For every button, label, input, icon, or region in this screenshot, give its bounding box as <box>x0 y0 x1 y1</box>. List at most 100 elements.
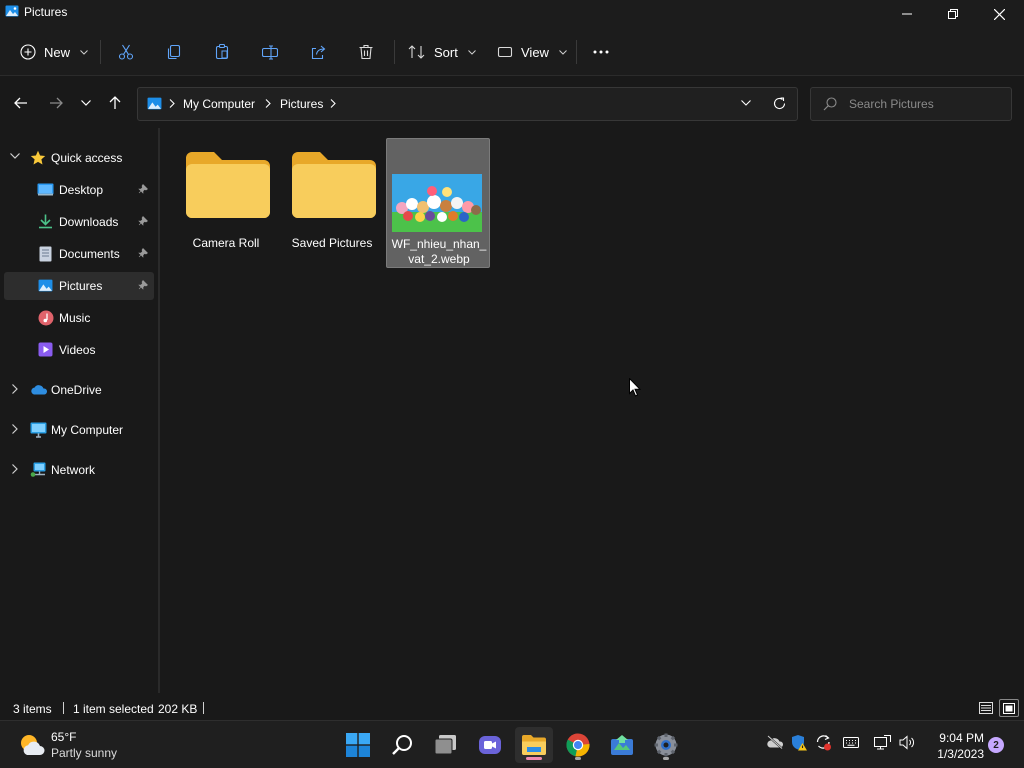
close-icon <box>993 8 1005 20</box>
start-button[interactable] <box>339 727 377 763</box>
chevron-right-icon[interactable] <box>12 384 18 394</box>
paste-button[interactable] <box>206 36 238 68</box>
running-indicator <box>663 757 669 760</box>
taskbar-file-explorer[interactable] <box>515 727 553 763</box>
chevron-right-icon[interactable] <box>12 464 18 474</box>
more-button[interactable] <box>585 36 617 68</box>
breadcrumb-pictures[interactable]: Pictures <box>280 97 323 111</box>
nav-item-onedrive[interactable]: OneDrive <box>4 376 154 404</box>
taskbar: 65°F Partly sunny 9:04 PM 1/3/2023 2 <box>0 720 1024 768</box>
search-icon <box>391 734 413 756</box>
nav-item-documents[interactable]: Documents <box>4 240 154 268</box>
file-item-saved-pictures[interactable]: Saved Pictures <box>280 138 384 268</box>
delete-button[interactable] <box>350 36 382 68</box>
back-button[interactable] <box>7 88 35 118</box>
nav-item-downloads[interactable]: Downloads <box>4 208 154 236</box>
mouse-cursor-icon <box>629 378 641 397</box>
new-icon <box>20 44 36 60</box>
selection-size: 202 KB <box>158 702 198 716</box>
pictures-icon <box>38 278 53 293</box>
sort-icon <box>408 44 426 60</box>
up-button[interactable] <box>101 88 129 118</box>
notification-badge[interactable]: 2 <box>988 737 1004 753</box>
address-history-button[interactable] <box>741 100 751 106</box>
copy-button[interactable] <box>158 36 190 68</box>
chat-button[interactable] <box>471 727 509 763</box>
command-bar: New Sort View <box>0 28 1024 76</box>
search-icon <box>823 97 837 111</box>
close-button[interactable] <box>976 0 1022 28</box>
selection-count: 1 item selected <box>73 702 154 716</box>
breadcrumb-my-computer[interactable]: My Computer <box>183 97 255 111</box>
sort-button[interactable]: Sort <box>408 36 476 68</box>
nav-item-my-computer[interactable]: My Computer <box>4 416 154 444</box>
window-title: Pictures <box>24 5 68 19</box>
details-view-button[interactable] <box>977 700 995 716</box>
desktop-icon <box>37 182 54 197</box>
nav-quick-access[interactable]: Quick access <box>4 144 154 172</box>
nav-item-pictures[interactable]: Pictures <box>4 272 154 300</box>
search-box[interactable] <box>810 87 1012 121</box>
arrow-right-icon <box>49 97 63 109</box>
nav-label: Pictures <box>59 279 103 293</box>
nav-item-network[interactable]: Network <box>4 456 154 484</box>
search-input[interactable] <box>849 95 1007 113</box>
file-item-wf-image[interactable]: WF_nhieu_nhan_ vat_2.webp <box>386 138 490 268</box>
minimize-button[interactable] <box>884 0 930 28</box>
task-view-button[interactable] <box>427 727 465 763</box>
volume-icon[interactable] <box>899 735 916 750</box>
file-name: Saved Pictures <box>291 236 373 250</box>
toolbar-divider <box>100 40 101 64</box>
sync-error-icon[interactable] <box>815 734 832 751</box>
settings-icon <box>654 733 678 757</box>
file-item-camera-roll[interactable]: Camera Roll <box>174 138 278 268</box>
large-icons-view-button[interactable] <box>999 699 1019 717</box>
file-explorer-icon <box>521 734 547 756</box>
refresh-icon <box>773 97 786 110</box>
pin-icon[interactable] <box>138 248 148 258</box>
toolbar-divider <box>576 40 577 64</box>
videos-icon <box>38 342 53 357</box>
taskbar-settings[interactable] <box>647 727 685 763</box>
share-button[interactable] <box>302 36 334 68</box>
nav-item-desktop[interactable]: Desktop <box>4 176 154 204</box>
navigation-pane: Quick access Desktop Downloads Documents… <box>0 128 158 693</box>
chevron-down-icon <box>81 100 91 106</box>
pin-icon[interactable] <box>138 216 148 226</box>
copy-icon <box>166 44 182 60</box>
clock[interactable]: 9:04 PM 1/3/2023 <box>937 730 984 762</box>
onedrive-offline-icon[interactable] <box>766 735 784 749</box>
nav-label: Quick access <box>51 151 123 165</box>
nav-item-music[interactable]: Music <box>4 304 154 332</box>
cut-button[interactable] <box>110 36 142 68</box>
documents-icon <box>39 246 52 262</box>
taskbar-app[interactable] <box>603 727 641 763</box>
new-button[interactable]: New <box>20 36 88 68</box>
taskbar-chrome[interactable] <box>559 727 597 763</box>
folder-icon <box>186 152 270 218</box>
chevron-right-icon[interactable] <box>12 424 18 434</box>
image-thumbnail <box>392 174 482 232</box>
network-status-icon[interactable] <box>874 735 891 750</box>
chevron-down-icon[interactable] <box>10 153 20 159</box>
more-icon <box>593 50 609 54</box>
restore-button[interactable] <box>930 0 976 28</box>
view-button[interactable]: View <box>497 36 567 68</box>
restore-icon <box>948 9 958 19</box>
nav-label: Desktop <box>59 183 104 197</box>
rename-button[interactable] <box>254 36 286 68</box>
keyboard-icon[interactable] <box>843 737 859 748</box>
address-bar[interactable]: My Computer Pictures <box>137 87 798 121</box>
forward-button[interactable] <box>42 88 70 118</box>
file-name: Camera Roll <box>192 236 260 250</box>
pin-icon[interactable] <box>138 184 148 194</box>
status-bar: 3 items 1 item selected 202 KB <box>0 696 1024 720</box>
recent-locations-button[interactable] <box>72 88 100 118</box>
new-label: New <box>44 44 71 60</box>
file-list[interactable]: Camera Roll Saved Pictures WF_nhieu_nhan… <box>160 128 1024 693</box>
taskbar-search-button[interactable] <box>383 727 421 763</box>
security-warning-icon[interactable] <box>791 734 807 751</box>
refresh-button[interactable] <box>773 97 786 110</box>
pin-icon[interactable] <box>138 280 148 290</box>
nav-item-videos[interactable]: Videos <box>4 336 154 364</box>
